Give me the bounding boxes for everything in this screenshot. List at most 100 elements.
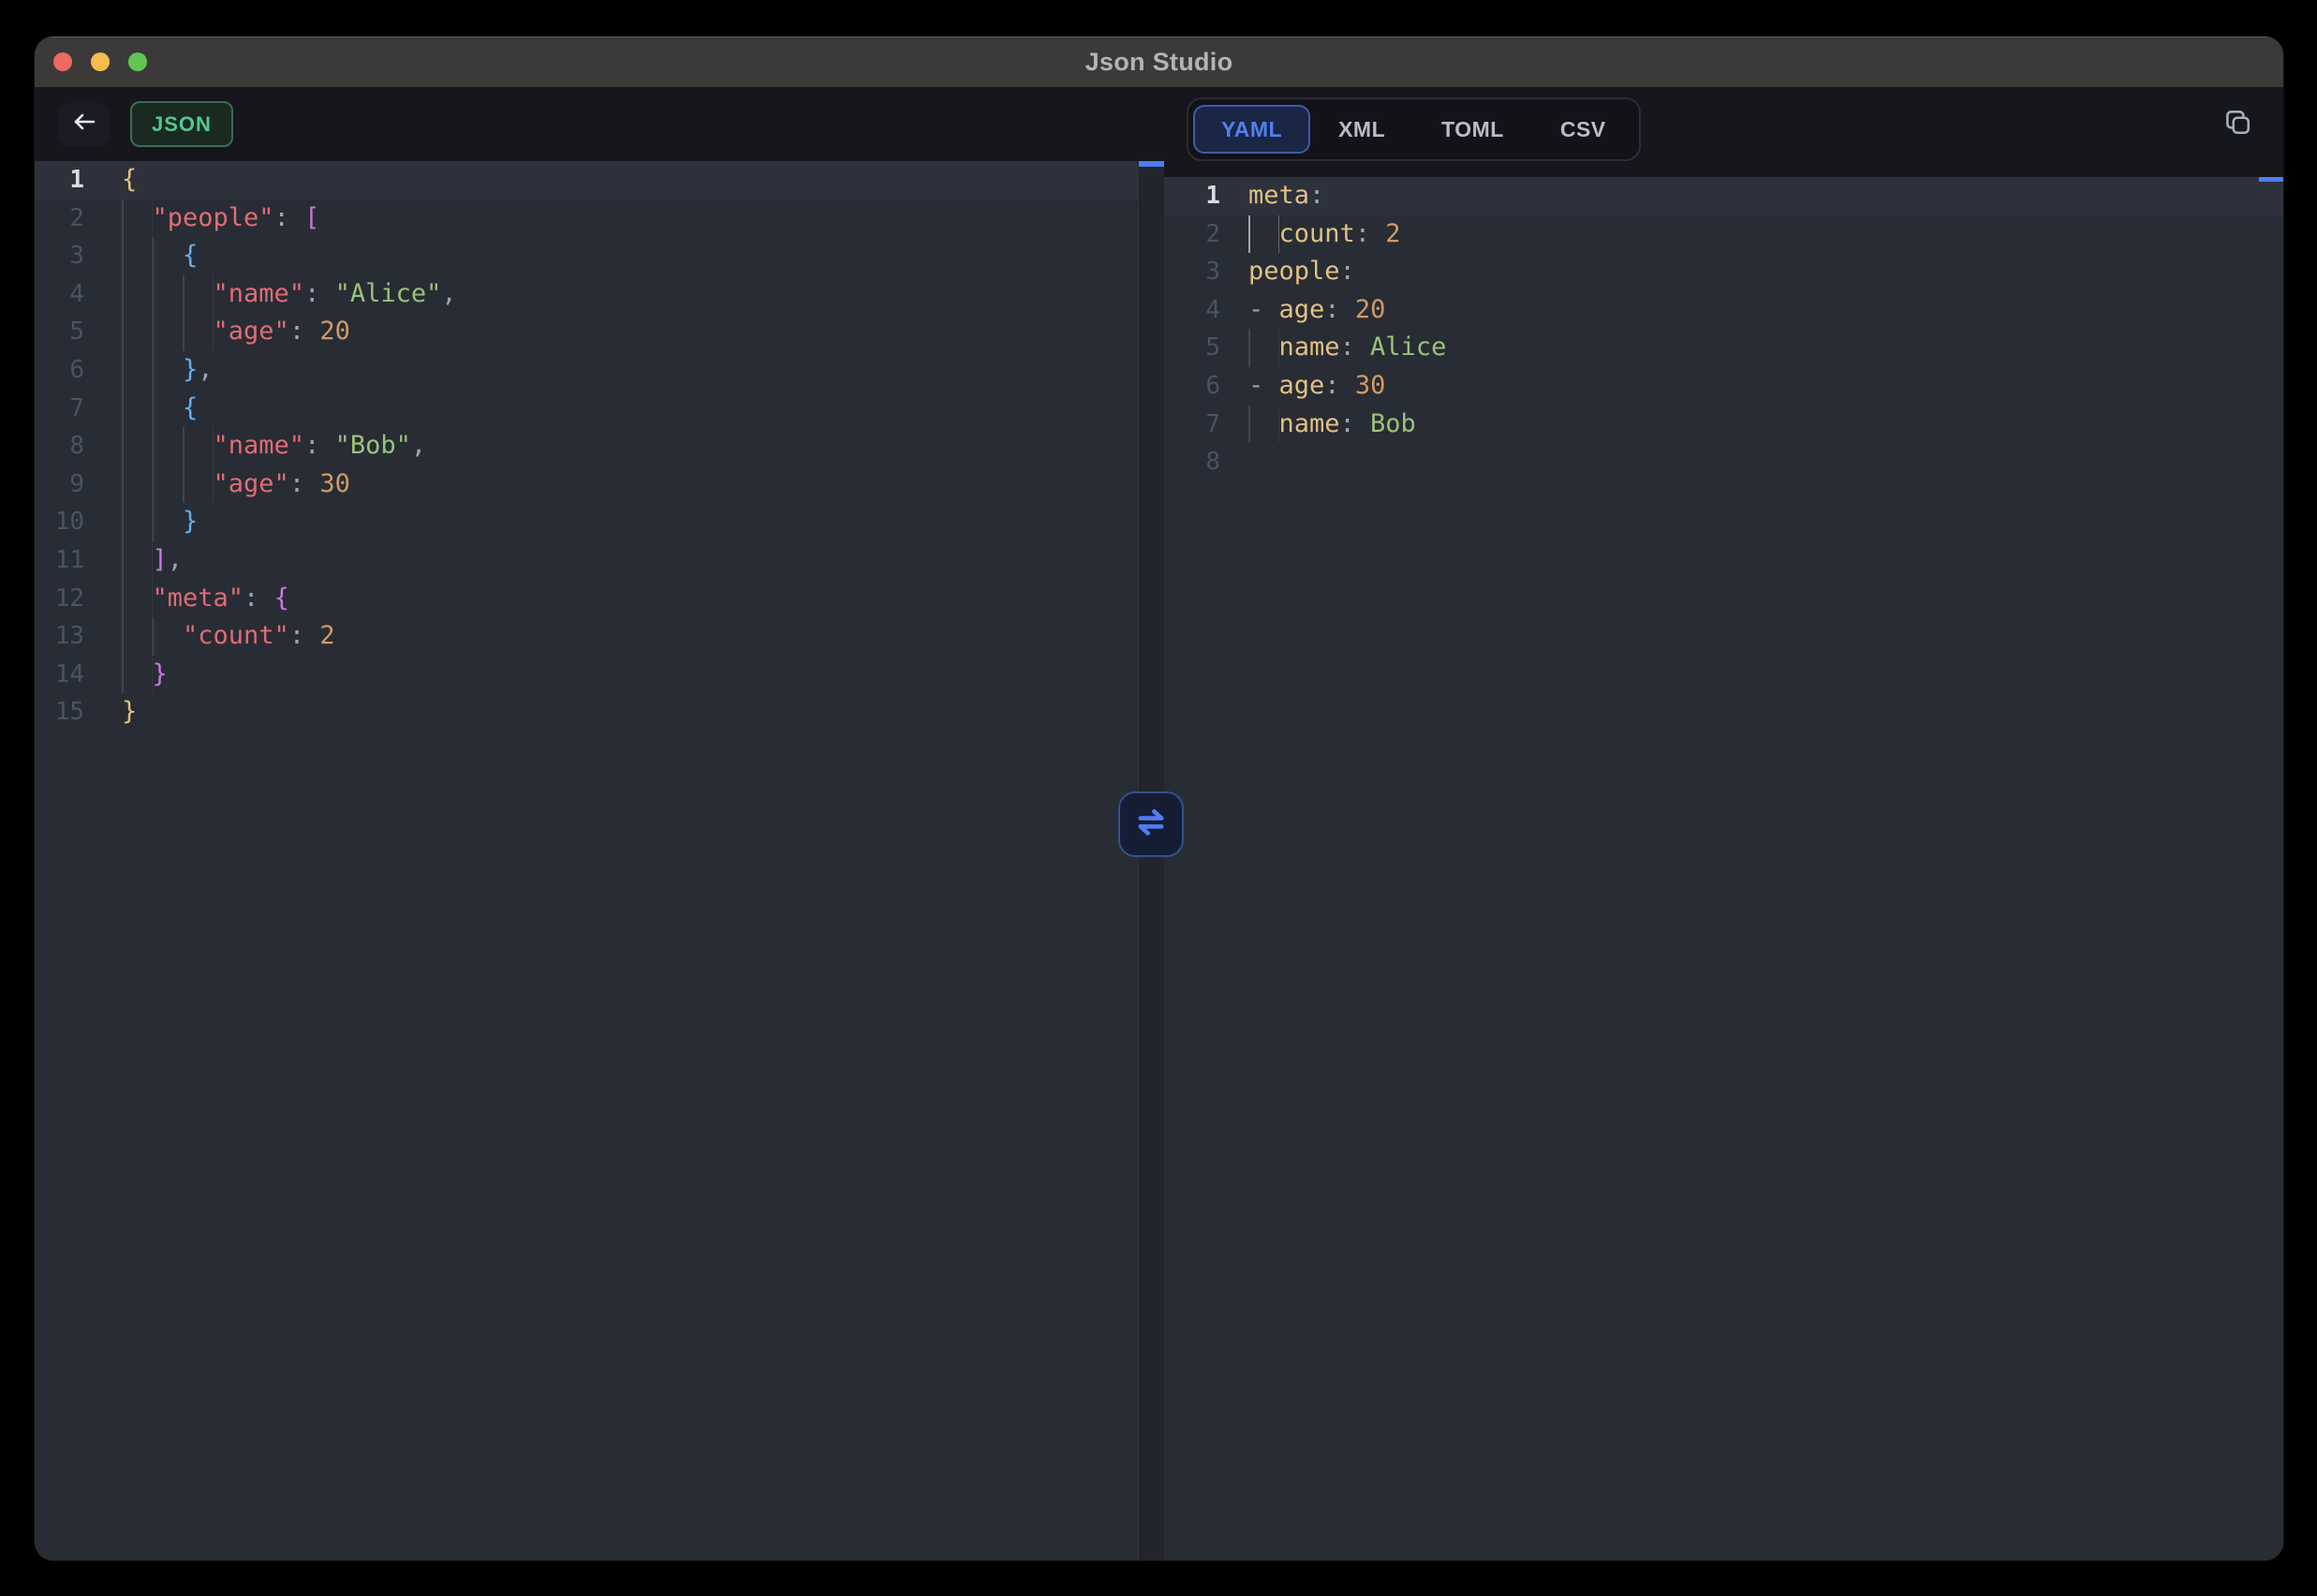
- line-number: 12: [35, 580, 84, 618]
- toolbar: JSON YAMLXMLTOMLCSV: [35, 87, 2283, 161]
- back-button[interactable]: [58, 103, 110, 146]
- code-line-12[interactable]: 12 "meta": {: [35, 580, 1138, 618]
- code-line-13[interactable]: 13"count": 2: [35, 617, 1138, 656]
- line-number: 8: [1164, 443, 1220, 481]
- indent-guide: [122, 390, 183, 428]
- line-number: 5: [1164, 329, 1220, 367]
- code-line-1[interactable]: 1 meta:: [1164, 177, 2283, 215]
- code-text: {: [122, 161, 137, 200]
- code-text: }: [122, 693, 137, 732]
- pane-divider[interactable]: [1138, 161, 1164, 1560]
- indent-guide: [122, 237, 183, 275]
- indent-guide: [122, 275, 214, 314]
- indent-guide: [122, 200, 153, 238]
- code-line-7[interactable]: 7{: [35, 390, 1138, 428]
- line-number: 15: [35, 693, 84, 732]
- code-line-2[interactable]: 2 count: 2: [1164, 215, 2283, 254]
- code-line-5[interactable]: 5"age": 20: [35, 313, 1138, 351]
- yaml-output-pane[interactable]: 1 meta: 2 count: 2 3 people: 4 - age: 20 5 name: …: [1164, 161, 2283, 1560]
- code-text: count: 2: [1248, 215, 1401, 254]
- code-text: }: [122, 503, 198, 541]
- indent-guide: [122, 656, 153, 694]
- tab-toml[interactable]: TOML: [1413, 105, 1532, 154]
- line-number: 4: [35, 275, 84, 314]
- indent-guide: [122, 503, 183, 541]
- code-text: name: Alice: [1248, 329, 1446, 367]
- swap-convert-button[interactable]: [1118, 791, 1184, 857]
- code-line-3[interactable]: 3 people:: [1164, 253, 2283, 291]
- code-text: name: Bob: [1248, 406, 1416, 444]
- code-text: "name": "Bob",: [122, 427, 426, 466]
- code-line-3[interactable]: 3{: [35, 237, 1138, 275]
- indent-guide: [122, 313, 214, 351]
- code-text: ],: [122, 541, 183, 580]
- indent-guide: [122, 541, 153, 580]
- code-text: "name": "Alice",: [122, 275, 457, 314]
- indent-guide: [1248, 215, 1279, 254]
- code-text: {: [122, 390, 198, 428]
- code-line-6[interactable]: 6},: [35, 351, 1138, 390]
- code-line-9[interactable]: 9"age": 30: [35, 466, 1138, 504]
- code-line-4[interactable]: 4 - age: 20: [1164, 291, 2283, 330]
- line-number: 2: [35, 200, 84, 238]
- code-text: "count": 2: [122, 617, 335, 656]
- code-line-10[interactable]: 10}: [35, 503, 1138, 541]
- code-line-5[interactable]: 5 name: Alice: [1164, 329, 2283, 367]
- tab-xml[interactable]: XML: [1310, 105, 1413, 154]
- zoom-button[interactable]: [128, 52, 147, 71]
- indent-guide: [122, 580, 153, 618]
- line-number: 6: [1164, 367, 1220, 406]
- close-button[interactable]: [53, 52, 72, 71]
- code-text: - age: 30: [1248, 367, 1385, 406]
- editor-split-view: 1{2"people": [3{4"name": "Alice",5"age":…: [35, 161, 2283, 1560]
- indent-guide: [1248, 329, 1279, 367]
- tab-csv[interactable]: CSV: [1532, 105, 1634, 154]
- code-line-7[interactable]: 7name: Bob: [1164, 406, 2283, 444]
- tab-yaml[interactable]: YAML: [1193, 105, 1310, 154]
- code-line-11[interactable]: 11],: [35, 541, 1138, 580]
- source-format-badge[interactable]: JSON: [130, 101, 233, 147]
- line-number: 14: [35, 656, 84, 694]
- window-title: Json Studio: [1085, 48, 1233, 77]
- code-text: - age: 20: [1248, 291, 1385, 330]
- line-number: 8: [35, 427, 84, 466]
- code-line-4[interactable]: 4 "name": "Alice",: [35, 275, 1138, 314]
- line-number: 1: [35, 161, 84, 200]
- code-line-6[interactable]: 6 - age: 30: [1164, 367, 2283, 406]
- code-text: meta:: [1248, 177, 1324, 215]
- code-line-8[interactable]: 8: [1164, 443, 2283, 481]
- code-line-2[interactable]: 2 "people": [: [35, 200, 1138, 238]
- code-line-8[interactable]: 8 "name": "Bob",: [35, 427, 1138, 466]
- arrow-left-icon: [69, 107, 99, 141]
- indent-guide: [122, 351, 183, 390]
- code-line-15[interactable]: 15}: [35, 693, 1138, 732]
- code-text: {: [122, 237, 198, 275]
- line-number: 10: [35, 503, 84, 541]
- line-number: 2: [1164, 215, 1220, 254]
- code-line-1[interactable]: 1{: [35, 161, 1138, 200]
- yaml-code-lines: 1 meta: 2 count: 2 3 people: 4 - age: 20 5 name: …: [1164, 177, 2283, 481]
- code-text: },: [122, 351, 214, 390]
- indent-guide: [1248, 406, 1279, 444]
- line-number: 3: [35, 237, 84, 275]
- code-text: "people": [: [122, 200, 319, 238]
- indent-guide: [122, 466, 214, 504]
- code-line-14[interactable]: 14}: [35, 656, 1138, 694]
- line-number: 4: [1164, 291, 1220, 330]
- code-text: "meta": {: [122, 580, 289, 618]
- json-editor-pane[interactable]: 1{2"people": [3{4"name": "Alice",5"age":…: [35, 161, 1138, 1560]
- copy-button[interactable]: [2216, 102, 2259, 145]
- code-text: "age": 20: [122, 313, 350, 351]
- titlebar[interactable]: Json Studio: [35, 37, 2283, 87]
- code-text: people:: [1248, 253, 1355, 291]
- copy-icon: [2222, 107, 2252, 141]
- line-number: 1: [1164, 177, 1220, 215]
- line-number: 7: [35, 390, 84, 428]
- screen: Json Studio JSON YAMLXMLTOMLCSV: [0, 0, 2317, 1596]
- line-number: 3: [1164, 253, 1220, 291]
- swap-horizontal-icon: [1132, 804, 1170, 846]
- output-format-tabs: YAMLXMLTOMLCSV: [1187, 97, 1641, 161]
- app-window: Json Studio JSON YAMLXMLTOMLCSV: [35, 37, 2283, 1560]
- json-code-lines: 1{2"people": [3{4"name": "Alice",5"age":…: [35, 161, 1138, 732]
- minimize-button[interactable]: [91, 52, 110, 71]
